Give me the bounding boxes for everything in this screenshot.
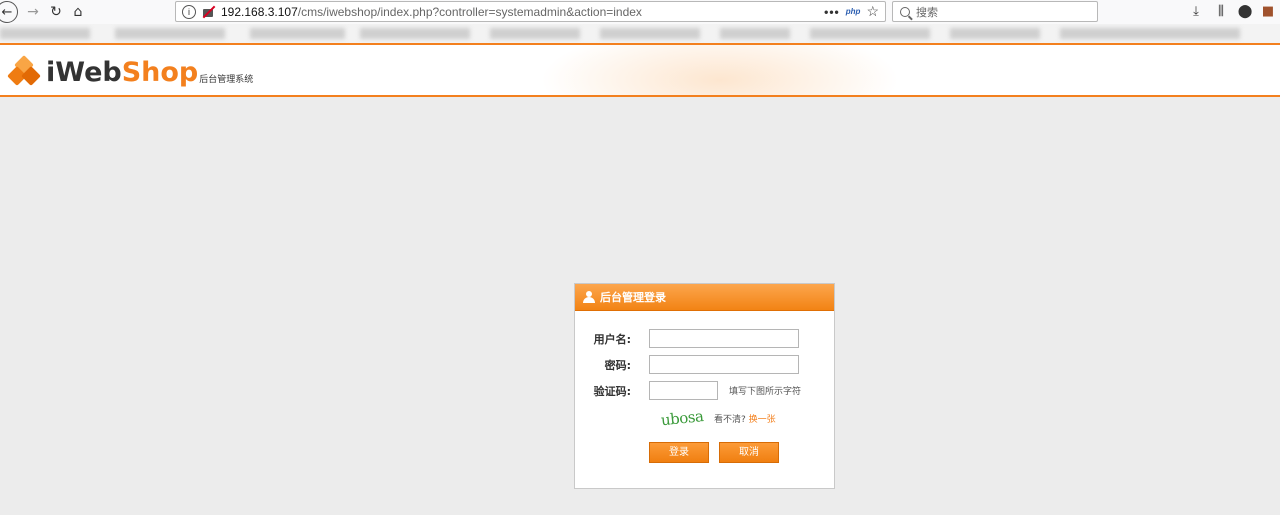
logo-subtitle: 后台管理系统 [199, 75, 254, 85]
bookmark-blur [810, 28, 930, 39]
info-icon[interactable]: i [182, 4, 196, 19]
reload-icon[interactable]: ↻ [45, 1, 67, 23]
forward-arrow-icon[interactable]: → [22, 1, 44, 23]
login-panel-header: 后台管理登录 [575, 284, 834, 311]
username-input[interactable] [649, 329, 799, 348]
captcha-hint: 填写下图所示字符 [729, 387, 802, 397]
captcha-refresh: 看不清? 换一张 [714, 412, 776, 425]
logo[interactable]: iWeb Shop 后台管理系统 [7, 53, 254, 89]
bookmark-blur [490, 28, 580, 39]
bookmark-star-icon[interactable]: ☆ [866, 3, 879, 20]
bookmark-blur [950, 28, 1040, 39]
search-icon [900, 6, 910, 17]
logo-cube-icon [7, 55, 41, 89]
search-placeholder: 搜索 [916, 5, 938, 19]
bookmark-blur [250, 28, 345, 39]
bookmark-blur [600, 28, 700, 39]
home-icon[interactable]: ⌂ [67, 1, 89, 23]
username-label: 用户名: [593, 332, 631, 346]
bookmark-blur [1060, 28, 1240, 39]
site-header: iWeb Shop 后台管理系统 [0, 43, 1280, 97]
cancel-button[interactable]: 取消 [719, 442, 779, 463]
url-host: 192.168.3.107 [221, 4, 298, 19]
captcha-image[interactable]: ubosa [660, 407, 708, 432]
username-row: 用户名: [575, 329, 834, 348]
php-extension-icon[interactable]: php [846, 7, 861, 16]
login-panel: 后台管理登录 用户名: 密码: 验证码: 填写下图所示字符 ubosa 看不清?… [574, 283, 835, 489]
bookmark-blur [720, 28, 790, 39]
captcha-row: 验证码: 填写下图所示字符 [575, 381, 834, 400]
library-icon[interactable]: ⫼ [1212, 3, 1230, 21]
bookmark-blur [360, 28, 470, 39]
url-path: /cms/iwebshop/index.php?controller=syste… [297, 4, 642, 19]
download-icon[interactable]: ⤓ [1187, 3, 1205, 21]
captcha-refresh-link[interactable]: 换一张 [749, 415, 776, 425]
back-arrow-icon[interactable]: ← [0, 1, 18, 23]
bookmark-blur [115, 28, 225, 39]
url-bar[interactable]: i 192.168.3.107/cms/iwebshop/index.php?c… [175, 1, 886, 22]
insecure-lock-icon[interactable] [201, 5, 216, 19]
logo-iweb: iWeb [46, 57, 122, 88]
url-actions: ••• php ☆ [824, 3, 885, 20]
pocket-icon[interactable]: ⬤ [1236, 3, 1254, 21]
captcha-label: 验证码: [593, 384, 631, 398]
login-title: 后台管理登录 [600, 291, 666, 304]
login-button[interactable]: 登录 [649, 442, 709, 463]
password-input[interactable] [649, 355, 799, 374]
header-decoration [540, 45, 900, 95]
browser-toolbar: ← → ↻ ⌂ i 192.168.3.107/cms/iwebshop/ind… [0, 0, 1280, 24]
extension-icon[interactable]: ■ [1259, 3, 1277, 21]
password-row: 密码: [575, 355, 834, 374]
captcha-refresh-prefix: 看不清? [714, 415, 746, 425]
url-text[interactable]: 192.168.3.107/cms/iwebshop/index.php?con… [221, 5, 642, 19]
user-icon [583, 291, 596, 303]
logo-shop: Shop [121, 57, 199, 88]
page-actions-menu[interactable]: ••• [824, 5, 840, 19]
bookmarks-bar [0, 24, 1280, 43]
bookmark-blur [0, 28, 90, 39]
captcha-input[interactable] [649, 381, 718, 400]
password-label: 密码: [604, 358, 631, 372]
search-bar[interactable]: 搜索 [892, 1, 1098, 22]
